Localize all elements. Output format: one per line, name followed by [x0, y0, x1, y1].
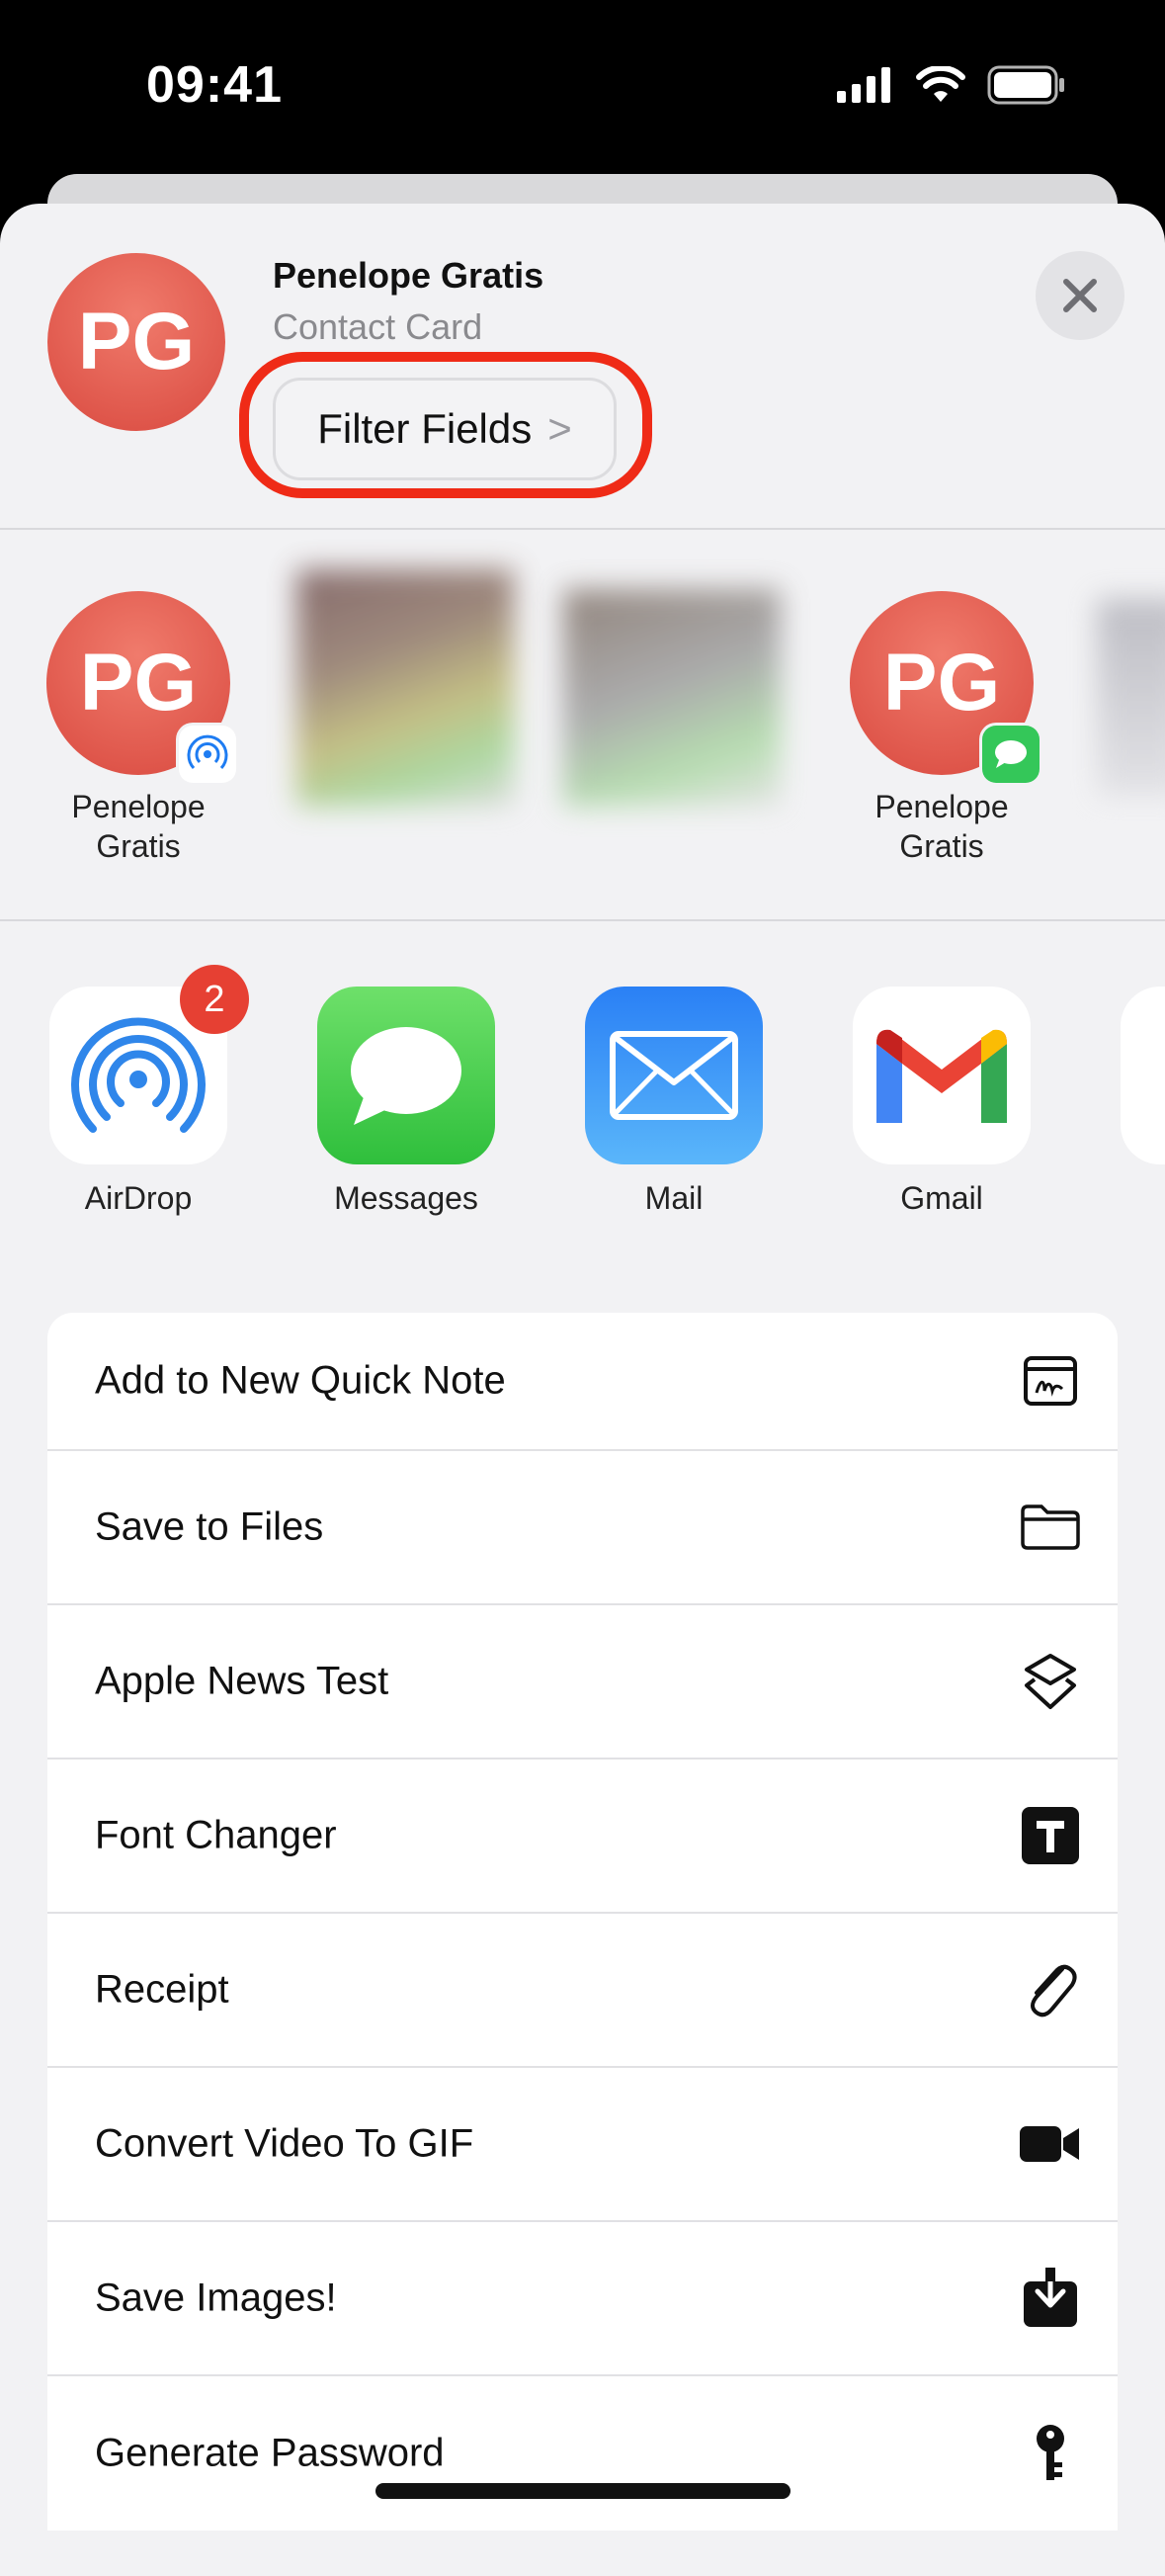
gmail-icon: [876, 1029, 1007, 1123]
action-label: Save Images!: [95, 2275, 337, 2320]
close-button[interactable]: [1036, 251, 1124, 340]
divider: [0, 528, 1165, 530]
airdrop-badge: [179, 726, 236, 783]
action-font-changer[interactable]: Font Changer: [47, 1760, 1118, 1914]
action-receipt[interactable]: Receipt: [47, 1914, 1118, 2068]
person-first-name: Penelope: [71, 789, 206, 824]
app-messages[interactable]: Messages: [307, 987, 505, 1217]
action-label: Receipt: [95, 1967, 229, 2012]
folder-icon: [1019, 1496, 1082, 1559]
action-generate-password[interactable]: Generate Password: [47, 2376, 1118, 2531]
contact-subtitle: Contact Card: [273, 306, 483, 347]
avatar-initials: PG: [77, 297, 196, 386]
partial-app-icon[interactable]: [1121, 987, 1165, 1164]
avatar-initials: PG: [882, 638, 1001, 728]
status-icons: [837, 65, 1066, 105]
shortcuts-layers-icon: [1019, 1650, 1082, 1713]
letter-t-icon: [1019, 1804, 1082, 1867]
slack-icon: [1160, 1036, 1165, 1115]
gmail-app-icon: [853, 987, 1031, 1164]
blurred-contact[interactable]: [563, 589, 781, 807]
download-tray-icon: [1019, 2267, 1082, 2330]
messages-icon: [351, 1027, 461, 1125]
person-penelope-airdrop[interactable]: PG Penelope Gratis: [30, 591, 247, 866]
chevron-right-icon: >: [547, 405, 572, 452]
blurred-contact[interactable]: [296, 569, 514, 807]
action-save-images[interactable]: Save Images!: [47, 2222, 1118, 2376]
home-indicator[interactable]: [375, 2483, 791, 2499]
messages-badge: [982, 726, 1040, 783]
person-last-name: Gratis: [96, 828, 181, 864]
envelope-icon: [610, 1031, 738, 1120]
contact-avatar: PG: [47, 253, 225, 431]
action-label: Convert Video To GIF: [95, 2121, 474, 2166]
cellular-signal-icon: [837, 67, 890, 103]
airdrop-app-icon: 2: [49, 965, 249, 1164]
key-icon: [1019, 2422, 1082, 2485]
app-label: AirDrop: [84, 1180, 193, 1216]
action-label: Generate Password: [95, 2431, 445, 2475]
action-label: Apple News Test: [95, 1659, 389, 1703]
filter-fields-label: Filter Fields: [317, 405, 533, 452]
video-camera-icon: [1019, 2112, 1082, 2176]
messages-icon: [995, 740, 1027, 768]
app-gmail[interactable]: Gmail: [843, 987, 1040, 1217]
action-label: Add to New Quick Note: [95, 1358, 506, 1403]
battery-icon: [987, 65, 1064, 105]
blurred-contact[interactable]: [1097, 599, 1165, 797]
status-bar: 09:41: [0, 0, 1165, 173]
contact-name: Penelope Gratis: [273, 255, 544, 296]
action-save-to-files[interactable]: Save to Files: [47, 1451, 1118, 1605]
mail-app-icon: [585, 987, 763, 1164]
app-airdrop[interactable]: 2 AirDrop: [40, 965, 249, 1217]
avatar: PG: [850, 591, 1040, 783]
messages-app-icon: [317, 987, 495, 1164]
share-sheet: PG Penelope Gratis Contact Card Filter F…: [0, 204, 1165, 2576]
avatar-initials: PG: [79, 638, 198, 728]
divider: [0, 919, 1165, 921]
action-label: Font Changer: [95, 1813, 337, 1857]
airdrop-icon: [71, 1017, 206, 1133]
avatar: PG: [46, 591, 236, 783]
app-label: Mail: [644, 1180, 704, 1216]
person-last-name: Gratis: [899, 828, 984, 864]
notification-badge: 2: [180, 965, 249, 1034]
action-convert-video-to-gif[interactable]: Convert Video To GIF: [47, 2068, 1118, 2222]
airdrop-icon: [187, 734, 228, 770]
action-list: Add to New Quick Note Save to Files Appl…: [47, 1313, 1118, 2531]
paperclip-icon: [1019, 1958, 1082, 2021]
app-mail[interactable]: Mail: [575, 987, 773, 1217]
app-label: Gmail: [900, 1180, 983, 1216]
quick-note-icon: [1019, 1349, 1082, 1413]
person-penelope-messages[interactable]: PG Penelope Gratis: [833, 591, 1050, 866]
close-icon: [1063, 279, 1097, 312]
action-apple-news-test[interactable]: Apple News Test: [47, 1605, 1118, 1760]
app-label: Messages: [334, 1180, 478, 1216]
filter-fields-button[interactable]: Filter Fields >: [273, 378, 617, 480]
person-first-name: Penelope: [874, 789, 1009, 824]
wifi-icon: [916, 66, 965, 102]
status-time: 09:41: [146, 56, 283, 114]
action-label: Save to Files: [95, 1504, 324, 1549]
action-add-to-quick-note[interactable]: Add to New Quick Note: [47, 1313, 1118, 1451]
